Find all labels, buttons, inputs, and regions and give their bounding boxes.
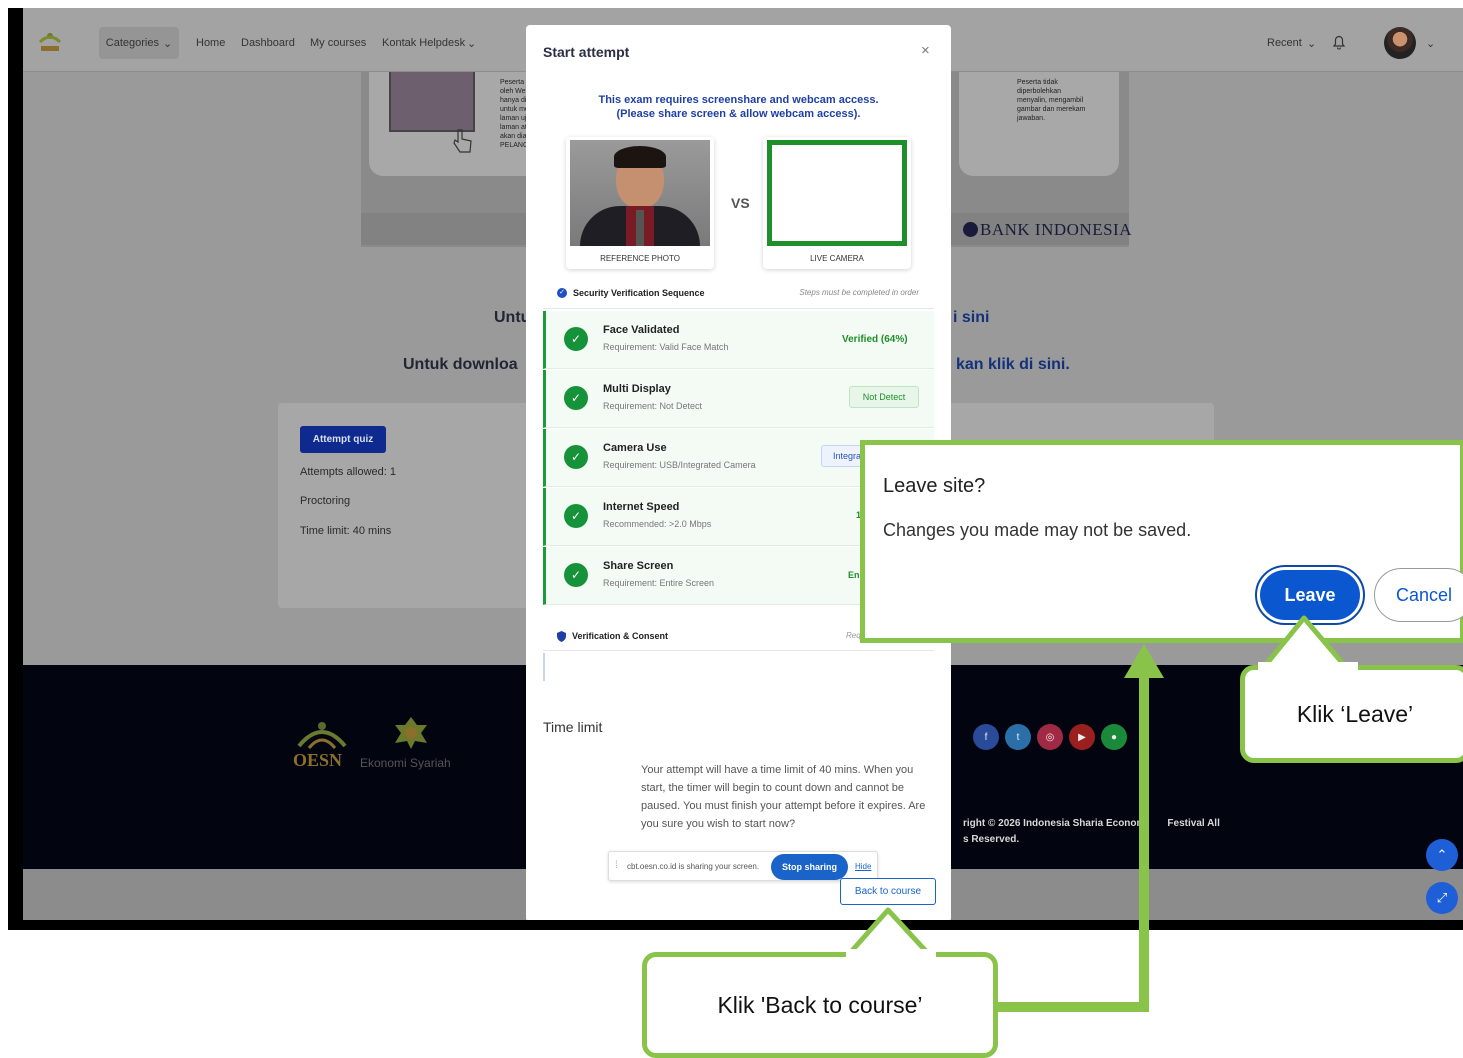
drag-handle-icon[interactable]: ⁞: [615, 860, 618, 871]
check-icon: ✓: [564, 504, 588, 528]
status-badge: Not Detect: [849, 386, 919, 408]
step-title: Multi Display: [603, 383, 671, 395]
shield-icon: [557, 631, 566, 642]
callout-klik-leave: Klik ‘Leave’: [1240, 665, 1463, 763]
check-circle-icon: ✓: [557, 288, 567, 298]
scroll-top-icon[interactable]: ⌃: [1426, 839, 1458, 871]
callout-pointer-join: [1258, 662, 1358, 674]
reference-photo-card: REFERENCE PHOTO: [566, 137, 714, 269]
leave-dialog-title: Leave site?: [883, 475, 986, 497]
step-title: Share Screen: [603, 560, 674, 572]
facebook-icon[interactable]: f: [973, 724, 999, 750]
download-text-left: Untuk downloa: [403, 356, 518, 373]
leave-dialog-message: Changes you made may not be saved.: [883, 520, 1192, 540]
nav-home[interactable]: Home: [196, 37, 225, 49]
callout-pointer-join: [846, 949, 936, 961]
step-requirement: Requirement: Entire Screen: [603, 578, 715, 588]
fullscreen-icon[interactable]: ⤢: [1426, 882, 1458, 914]
hide-link[interactable]: Hide: [855, 862, 871, 871]
connector-line-vertical: [1139, 672, 1149, 1012]
bell-icon[interactable]: [1332, 34, 1346, 50]
attempts-allowed: Attempts allowed: 1: [300, 466, 396, 478]
step-title: Face Validated: [603, 324, 680, 336]
chevron-down-icon: ⌄: [162, 37, 173, 50]
chevron-down-icon: ⌄: [1426, 38, 1436, 50]
stop-sharing-button[interactable]: Stop sharing: [771, 854, 848, 880]
step-title: Internet Speed: [603, 501, 680, 513]
instagram-icon[interactable]: ◎: [1037, 724, 1063, 750]
ekonomi-syariah-logo: [395, 717, 427, 749]
step-requirement: Recommended: >2.0 Mbps: [603, 519, 712, 529]
security-sequence-header: ✓ Security Verification Sequence Steps m…: [543, 279, 934, 309]
oesn-footer-text: OESN: [293, 750, 343, 770]
step-face-validated: ✓ Face Validated Requirement: Valid Face…: [543, 311, 934, 369]
verification-consent-body: [543, 653, 934, 681]
status-badge: Verified (64%): [842, 334, 908, 345]
step-requirement: Requirement: Not Detect: [603, 401, 703, 411]
back-to-course-button[interactable]: Back to course: [840, 878, 936, 905]
proctoring-label: Proctoring: [300, 495, 351, 507]
cancel-button[interactable]: Cancel: [1374, 568, 1463, 622]
screen-share-text: cbt.oesn.co.id is sharing your screen.: [627, 862, 760, 871]
youtube-icon[interactable]: ▶: [1069, 724, 1095, 750]
live-camera-feed: [767, 140, 907, 246]
webcam-notice: This exam requires screenshare and webca…: [598, 94, 879, 120]
check-icon: ✓: [564, 563, 588, 587]
check-icon: ✓: [564, 445, 588, 469]
time-limit-text: Your attempt will have a time limit of 4…: [641, 764, 926, 830]
nav-my-courses[interactable]: My courses: [310, 37, 366, 49]
copyright-text: right © 2026 Indonesia Sharia Econom Fest…: [963, 818, 1220, 845]
live-camera-card: LIVE CAMERA: [763, 137, 911, 269]
status-badge: En: [848, 570, 860, 580]
instruction-link-right[interactable]: i sini: [953, 309, 989, 327]
categories-menu[interactable]: Categories ⌄: [99, 27, 179, 59]
ekonomi-syariah-text: Ekonomi Syariah: [360, 756, 451, 770]
bank-indonesia-logo: BANK INDONESIA: [963, 220, 1132, 240]
step-title: Camera Use: [603, 442, 667, 454]
rules-text-right: Peserta tidak diperbolehkan menyalin, meng…: [1017, 79, 1086, 122]
step-multi-display: ✓ Multi Display Requirement: Not Detect …: [543, 370, 934, 428]
verification-consent-title: Verification & Consent: [572, 631, 669, 641]
chevron-down-icon: ⌄: [467, 38, 477, 50]
reference-photo-caption: REFERENCE PHOTO: [600, 254, 680, 263]
nav-dashboard[interactable]: Dashboard: [241, 37, 295, 49]
spotify-icon[interactable]: ●: [1101, 724, 1127, 750]
nav-kontak-helpdesk[interactable]: Kontak Helpdesk: [382, 37, 465, 49]
reference-photo: [570, 140, 710, 246]
step-requirement: Requirement: Valid Face Match: [603, 342, 729, 352]
check-icon: ✓: [564, 327, 588, 351]
callout-klik-back-to-course: Klik 'Back to course’: [642, 952, 998, 1058]
time-limit-label: Time limit: 40 mins: [300, 525, 392, 537]
live-camera-caption: LIVE CAMERA: [810, 254, 864, 263]
step-requirement: Requirement: USB/Integrated Camera: [603, 460, 756, 470]
screen-share-bar: ⁞ cbt.oesn.co.id is sharing your screen.…: [608, 851, 878, 881]
illustration-image: [389, 72, 475, 132]
recent-menu[interactable]: Recent: [1267, 37, 1302, 49]
twitter-icon[interactable]: t: [1005, 724, 1031, 750]
security-sequence-title: Security Verification Sequence: [573, 288, 705, 298]
attempt-quiz-button[interactable]: Attempt quiz: [300, 426, 386, 453]
instruction-text-left: Untu: [494, 309, 531, 326]
vs-label: VS: [731, 195, 750, 211]
download-link-right[interactable]: kan klik di sini.: [956, 356, 1070, 374]
connector-line-horizontal: [995, 1002, 1149, 1012]
close-icon[interactable]: ×: [921, 42, 930, 59]
modal-title: Start attempt: [543, 44, 630, 60]
hand-pointer-icon: [453, 129, 472, 153]
user-avatar[interactable]: [1384, 27, 1416, 59]
check-icon: ✓: [564, 386, 588, 410]
time-limit-heading: Time limit: [543, 719, 603, 735]
chevron-down-icon: ⌄: [1307, 38, 1317, 50]
security-sequence-note: Steps must be completed in order: [799, 288, 919, 297]
oesn-logo-icon[interactable]: [37, 28, 63, 54]
arrow-up-icon: [1124, 644, 1164, 678]
categories-label: Categories: [105, 37, 159, 49]
